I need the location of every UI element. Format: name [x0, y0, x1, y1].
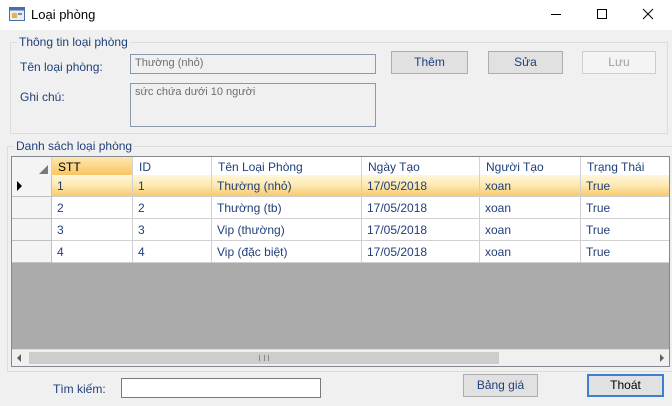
cell-stt[interactable]: 4 [52, 241, 133, 263]
app-icon [9, 7, 25, 21]
maximize-button[interactable] [579, 0, 625, 30]
close-icon [642, 8, 654, 20]
scrollbar-thumb[interactable] [29, 352, 499, 364]
title-bar: Loại phòng [0, 0, 672, 30]
cell-id[interactable]: 3 [133, 219, 212, 241]
cell-stt[interactable]: 2 [52, 197, 133, 219]
cell-created-by[interactable]: xoan [480, 175, 581, 197]
list-group-legend: Danh sách loại phòng [14, 139, 135, 153]
grip-icon [259, 355, 269, 361]
cell-room-type-name[interactable]: Thường (tb) [212, 197, 362, 219]
room-type-grid[interactable]: STT ID Tên Loại Phòng Ngày Tạo Người Tạo… [11, 156, 670, 367]
search-input[interactable] [121, 378, 321, 398]
horizontal-scrollbar[interactable] [12, 349, 669, 366]
cell-room-type-name[interactable]: Vip (thường) [212, 219, 362, 241]
add-button[interactable]: Thêm [391, 51, 468, 74]
maximize-icon [597, 9, 607, 19]
close-button[interactable] [625, 0, 671, 30]
search-label: Tìm kiếm: [53, 382, 106, 396]
room-type-name-input[interactable]: Thường (nhỏ) [130, 54, 376, 74]
table-row[interactable]: 1 1 Thường (nhỏ) 17/05/2018 xoan True [12, 175, 669, 197]
room-type-name-label: Tên loại phòng: [20, 60, 103, 74]
cell-id[interactable]: 4 [133, 241, 212, 263]
cell-status[interactable]: True [581, 175, 669, 197]
cell-id[interactable]: 1 [133, 175, 212, 197]
table-row[interactable]: 2 2 Thường (tb) 17/05/2018 xoan True [12, 197, 669, 219]
cell-created-by[interactable]: xoan [480, 197, 581, 219]
scroll-right-icon[interactable] [660, 354, 664, 362]
price-table-button[interactable]: Bảng giá [463, 374, 538, 397]
cell-room-type-name[interactable]: Vip (đặc biệt) [212, 241, 362, 263]
cell-created-date[interactable]: 17/05/2018 [362, 197, 480, 219]
window-title: Loại phòng [31, 7, 96, 22]
cell-id[interactable]: 2 [133, 197, 212, 219]
cell-status[interactable]: True [581, 219, 669, 241]
edit-button[interactable]: Sửa [488, 51, 563, 74]
column-header-status[interactable]: Trạng Thái [581, 157, 669, 177]
row-header[interactable] [12, 219, 52, 241]
cell-stt[interactable]: 1 [52, 175, 133, 197]
row-header[interactable] [12, 241, 52, 263]
cell-created-by[interactable]: xoan [480, 241, 581, 263]
column-header-created-date[interactable]: Ngày Tạo [362, 157, 480, 177]
select-all-corner[interactable] [12, 157, 52, 177]
row-selector-arrow-icon [17, 181, 22, 191]
cell-created-date[interactable]: 17/05/2018 [362, 175, 480, 197]
table-row[interactable]: 4 4 Vip (đặc biệt) 17/05/2018 xoan True [12, 241, 669, 263]
column-header-room-type-name[interactable]: Tên Loại Phòng [212, 157, 362, 177]
note-label: Ghi chú: [20, 90, 65, 104]
info-group-legend: Thông tin loại phòng [17, 35, 130, 49]
column-header-created-by[interactable]: Người Tạo [480, 157, 581, 177]
row-header[interactable] [12, 175, 52, 197]
table-row[interactable]: 3 3 Vip (thường) 17/05/2018 xoan True [12, 219, 669, 241]
note-input[interactable]: sức chứa dưới 10 người [130, 83, 376, 127]
scroll-left-icon[interactable] [17, 354, 21, 362]
minimize-icon [551, 14, 561, 15]
cell-created-by[interactable]: xoan [480, 219, 581, 241]
cell-created-date[interactable]: 17/05/2018 [362, 219, 480, 241]
row-header[interactable] [12, 197, 52, 219]
cell-stt[interactable]: 3 [52, 219, 133, 241]
cell-status[interactable]: True [581, 241, 669, 263]
cell-room-type-name[interactable]: Thường (nhỏ) [212, 175, 362, 197]
save-button[interactable]: Lưu [582, 51, 656, 74]
exit-button[interactable]: Thoát [587, 374, 664, 397]
cell-status[interactable]: True [581, 197, 669, 219]
select-all-icon [39, 165, 48, 174]
column-header-id[interactable]: ID [133, 157, 212, 177]
cell-created-date[interactable]: 17/05/2018 [362, 241, 480, 263]
column-header-stt[interactable]: STT [52, 157, 133, 177]
minimize-button[interactable] [533, 0, 579, 30]
